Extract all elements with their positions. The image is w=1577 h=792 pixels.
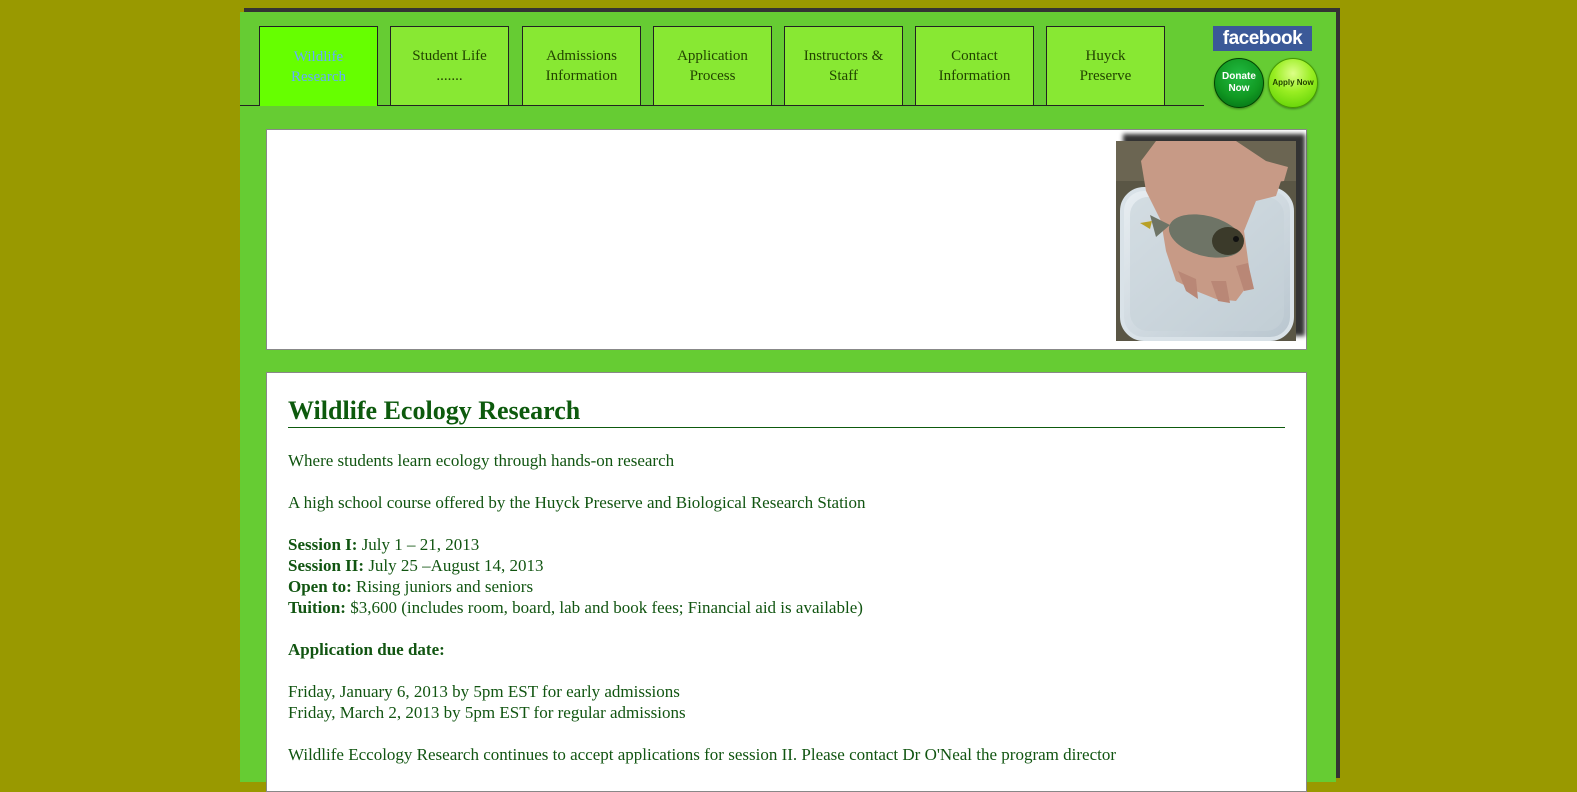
session1-line: Session I: July 1 – 21, 2013 — [288, 534, 1285, 555]
apply-label: Apply Now — [1272, 78, 1314, 87]
fish-in-hand-photo — [1116, 141, 1296, 341]
offered-by: A high school course offered by the Huyc… — [288, 493, 866, 512]
tab-label: Huyck — [1085, 48, 1126, 64]
tab-huyck-preserve[interactable]: Huyck Preserve — [1046, 26, 1165, 105]
tab-student-life[interactable]: Student Life....... — [390, 26, 509, 105]
tab-label: Staff — [829, 68, 858, 84]
session2-line: Session II: July 25 –August 14, 2013 — [288, 555, 1285, 576]
facebook-link[interactable]: facebook — [1213, 26, 1312, 51]
facebook-logo-text: facebook — [1222, 28, 1303, 49]
tab-label: Admissions — [546, 48, 617, 64]
due-date-label: Application due date: — [288, 640, 445, 659]
tab-label: Instructors & — [803, 48, 884, 64]
tab-label: Information — [545, 68, 618, 84]
tab-label: ....... — [436, 68, 463, 84]
open-to-line: Open to: Rising juniors and seniors — [288, 576, 1285, 597]
due-date-heading: Application due date: — [288, 639, 1285, 660]
session1-label: Session I: — [288, 535, 358, 554]
tagline: Where students learn ecology through han… — [288, 451, 675, 470]
session2-label: Session II: — [288, 556, 365, 575]
page-frame: Wildlife Research Student Life....... Adm… — [240, 12, 1336, 792]
note-text: Wildlife Eccology Research continues to … — [288, 745, 1116, 764]
tab-label: Wildlife — [293, 48, 344, 65]
session1-value: July 1 – 21, 2013 — [357, 535, 480, 554]
tab-label: Application — [677, 48, 748, 64]
due-early: Friday, January 6, 2013 by 5pm EST for e… — [288, 682, 680, 701]
tab-admissions-information[interactable]: Admissions Information — [522, 26, 641, 105]
apply-now-button[interactable]: Apply Now — [1268, 58, 1318, 108]
page-title: Wildlife Ecology Research — [288, 395, 1285, 428]
tab-instructors-staff[interactable]: Instructors & Staff — [784, 26, 903, 105]
main-content: Wildlife Ecology Research Where students… — [266, 372, 1307, 792]
donate-label: Donate — [1222, 71, 1256, 82]
session2-value: July 25 –August 14, 2013 — [364, 556, 544, 575]
tab-contact-information[interactable]: Contact Information — [915, 26, 1034, 105]
tab-label: Student Life — [412, 48, 487, 64]
tab-application-process[interactable]: Application Process — [653, 26, 772, 105]
donate-label: Now — [1228, 83, 1250, 94]
fish-photo-illustration — [1116, 141, 1296, 341]
tab-label: Contact — [951, 48, 998, 64]
tab-label: Preserve — [1079, 68, 1132, 84]
nav-baseline — [240, 105, 1204, 106]
tab-wildlife-research[interactable]: Wildlife Research — [259, 26, 378, 106]
tab-label: Process — [689, 68, 736, 84]
open-to-label: Open to: — [288, 577, 352, 596]
tuition-label: Tuition: — [288, 598, 346, 617]
due-regular: Friday, March 2, 2013 by 5pm EST for reg… — [288, 703, 686, 722]
tab-label: Research — [291, 68, 346, 85]
open-to-value: Rising juniors and seniors — [351, 577, 534, 596]
tuition-line: Tuition: $3,600 (includes room, board, l… — [288, 597, 1285, 618]
tuition-value: $3,600 (includes room, board, lab and bo… — [345, 598, 863, 617]
donate-now-button[interactable]: Donate Now — [1214, 58, 1264, 108]
tab-label: Information — [938, 68, 1011, 84]
